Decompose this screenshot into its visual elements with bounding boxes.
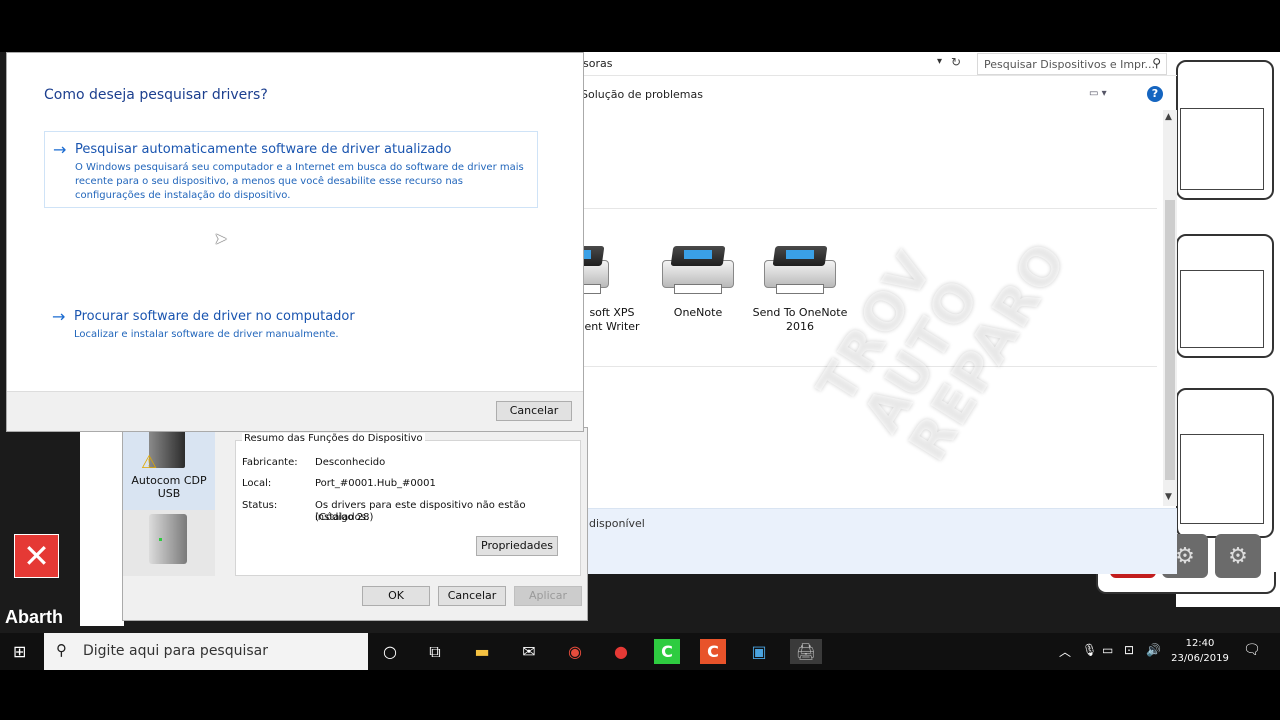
background-card-inner — [1180, 270, 1264, 348]
details-pane: disponível — [577, 508, 1177, 574]
window-app-icon[interactable]: ▣ — [746, 639, 772, 664]
battery-icon[interactable]: ▭ — [1102, 643, 1113, 657]
devices-search-input[interactable]: Pesquisar Dispositivos e Impr... ⚲ — [977, 53, 1167, 75]
background-card — [1176, 234, 1274, 358]
search-placeholder: Pesquisar Dispositivos e Impr... — [984, 58, 1156, 71]
manufacturer-value: Desconhecido — [315, 457, 386, 468]
device-name[interactable]: Autocom CDP USB — [123, 474, 215, 500]
desktop-area: ⚙ ⚙ soras ▾ ↻ Pesquisar Dispositivos e I… — [0, 52, 1280, 670]
group-title: Resumo das Funções do Dispositivo — [242, 433, 425, 444]
device-send-to-onenote[interactable]: Send To OneNote 2016 — [745, 246, 855, 334]
printer-icon — [658, 246, 738, 298]
file-explorer-icon[interactable]: ▬ — [469, 639, 495, 664]
chevron-down-icon[interactable]: ▾ — [937, 56, 942, 67]
section-divider — [577, 208, 1157, 209]
warning-icon: ⚠ — [141, 452, 158, 473]
dialog-footer: Cancelar — [7, 391, 583, 431]
scroll-up-icon[interactable]: ▲ — [1165, 112, 1172, 122]
browse-computer-option[interactable]: → Procurar software de driver no computa… — [44, 305, 538, 349]
windows-start-icon[interactable]: ⊞ — [13, 642, 26, 661]
scroll-thumb[interactable] — [1165, 200, 1175, 480]
red-app-icon[interactable]: ● — [608, 639, 634, 664]
search-automatically-option[interactable]: → Pesquisar automaticamente software de … — [44, 131, 538, 208]
background-panel — [80, 430, 124, 626]
manufacturer-label: Fabricante: — [242, 457, 298, 468]
troubleshoot-button[interactable]: Solução de problemas — [581, 88, 703, 101]
device-onenote[interactable]: OneNote — [643, 246, 753, 320]
printer-icon — [760, 246, 840, 298]
device-properties-dialog: ⚠ Autocom CDP USB Resumo das Funções do … — [122, 427, 588, 621]
option-description: Localizar e instalar software de driver … — [74, 329, 339, 340]
device-label: OneNote — [673, 306, 723, 319]
search-icon[interactable]: ⚲ — [1152, 56, 1161, 70]
view-options-icon[interactable]: ▭ ▾ — [1089, 88, 1107, 99]
scroll-down-icon[interactable]: ▼ — [1165, 492, 1172, 502]
status-text: disponível — [589, 517, 645, 530]
background-card-inner — [1180, 434, 1264, 524]
orange-c-app-icon[interactable]: C — [700, 639, 726, 664]
address-path[interactable]: soras — [583, 57, 612, 70]
device-summary-group: Resumo das Funções do Dispositivo Fabric… — [235, 433, 581, 576]
taskbar: ⊞ ⚲ Digite aqui para pesquisar ○ ⧉ ▬ ✉ ◉… — [0, 633, 1280, 670]
device-label: Send To OneNote — [752, 306, 848, 319]
green-c-app-icon[interactable]: C — [654, 639, 680, 664]
cancel-button[interactable]: Cancelar — [438, 586, 506, 606]
arrow-right-icon: → — [52, 307, 66, 326]
location-value: Port_#0001.Hub_#0001 — [315, 478, 436, 489]
background-card — [1176, 60, 1274, 200]
search-icon: ⚲ — [56, 641, 67, 659]
clock-time: 12:40 — [1185, 638, 1215, 649]
cancel-button[interactable]: Cancelar — [496, 401, 572, 421]
notifications-icon[interactable]: 🗨 — [1243, 642, 1261, 658]
task-view-icon[interactable]: ⧉ — [422, 639, 448, 664]
location-label: Local: — [242, 478, 272, 489]
engine-add-icon[interactable]: ⚙ — [1215, 534, 1261, 578]
computer-tower-icon — [149, 514, 187, 564]
chrome-icon[interactable]: ◉ — [562, 639, 588, 664]
properties-button[interactable]: Propriedades — [476, 536, 558, 556]
device-name-line: USB — [157, 487, 181, 500]
device-name-line: Autocom CDP — [131, 474, 207, 487]
clock-date: 23/06/2019 — [1171, 653, 1229, 664]
devices-app-icon[interactable]: 🖨 — [790, 639, 822, 664]
ok-button[interactable]: OK — [362, 586, 430, 606]
status-value-code: (Código 28) — [315, 512, 374, 523]
dialog-question: Como deseja pesquisar drivers? — [44, 87, 268, 103]
chevron-up-icon[interactable]: ︿ — [1059, 643, 1071, 660]
led-icon — [159, 538, 162, 541]
background-card-inner — [1180, 108, 1264, 190]
update-drivers-dialog: Como deseja pesquisar drivers? → Pesquis… — [6, 52, 584, 432]
app-label: Abarth — [5, 607, 63, 627]
status-label: Status: — [242, 500, 278, 511]
refresh-icon[interactable]: ↻ — [951, 55, 961, 69]
mail-icon[interactable]: ✉ — [516, 639, 542, 664]
command-bar: Solução de problemas ▭ ▾ ? — [577, 82, 1177, 108]
apply-button[interactable]: Aplicar — [514, 586, 582, 606]
device-item-selected[interactable] — [123, 510, 215, 576]
microphone-icon[interactable]: 🎙 — [1082, 643, 1097, 657]
taskbar-search-input[interactable]: ⚲ Digite aqui para pesquisar — [44, 633, 368, 670]
background-app-panel — [1176, 52, 1280, 607]
taskbar-search-placeholder: Digite aqui para pesquisar — [83, 643, 269, 659]
close-icon[interactable]: ✕ — [14, 534, 59, 578]
volume-icon[interactable]: 🔊 — [1146, 643, 1161, 657]
option-title: Procurar software de driver no computado… — [74, 309, 355, 324]
option-description: O Windows pesquisará seu computador e a … — [75, 162, 524, 201]
help-icon[interactable]: ? — [1147, 86, 1163, 102]
mouse-cursor-icon: ➤ — [214, 229, 228, 248]
address-bar[interactable]: soras ▾ ↻ Pesquisar Dispositivos e Impr.… — [577, 52, 1177, 76]
option-title: Pesquisar automaticamente software de dr… — [75, 142, 452, 157]
cortana-icon[interactable]: ○ — [377, 639, 403, 664]
device-list: ⚠ Autocom CDP USB — [123, 428, 215, 576]
arrow-right-icon: → — [53, 140, 67, 159]
scrollbar[interactable]: ▲ ▼ — [1163, 110, 1177, 506]
background-card — [1176, 388, 1274, 538]
clock[interactable]: 12:40 23/06/2019 — [1168, 636, 1232, 666]
network-icon[interactable]: ⊡ — [1124, 643, 1134, 657]
